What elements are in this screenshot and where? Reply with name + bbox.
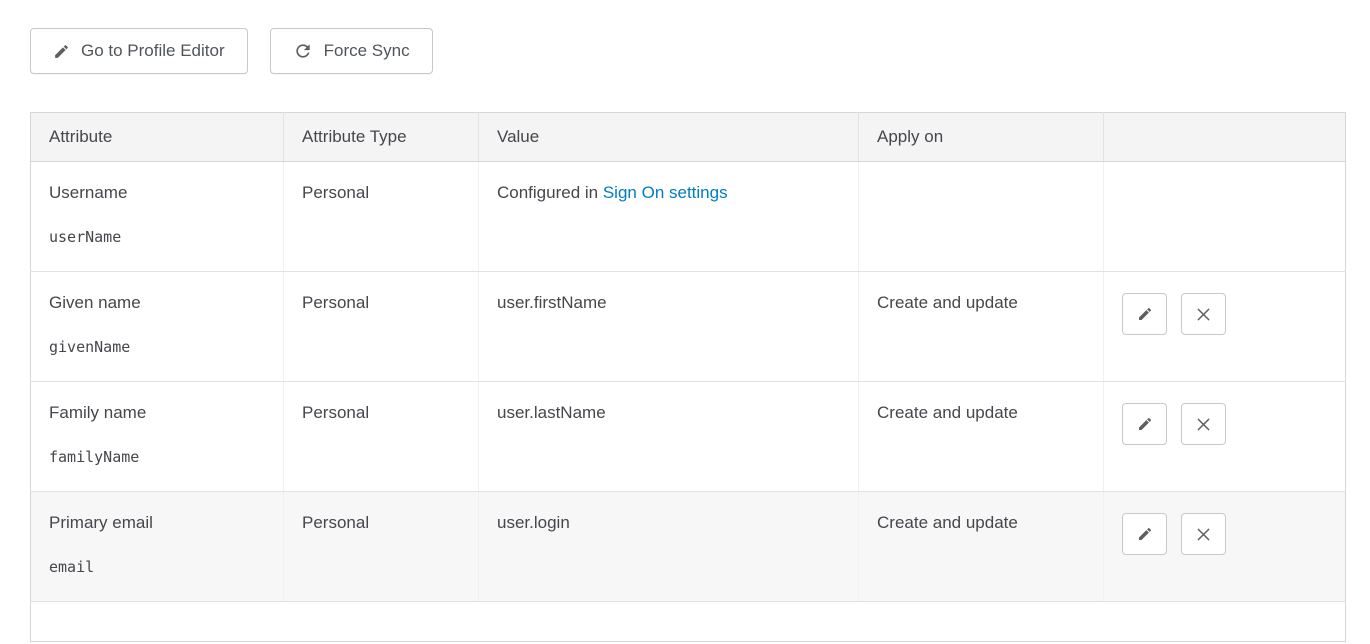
pencil-icon	[1137, 306, 1153, 322]
table-row-partial	[31, 602, 1346, 642]
value-cell: user.lastName	[479, 382, 859, 492]
attribute-cell: Given name givenName	[31, 272, 284, 382]
table-header-row: Attribute Attribute Type Value Apply on	[31, 113, 1346, 162]
row-actions-cell	[1104, 382, 1346, 492]
force-sync-label: Force Sync	[324, 41, 410, 61]
value-text: user.login	[497, 513, 570, 532]
pencil-icon	[53, 43, 70, 60]
attribute-label: Family name	[49, 403, 265, 423]
column-header-actions	[1104, 113, 1346, 162]
table-row: Primary email email Personal user.login …	[31, 492, 1346, 602]
attribute-type-cell: Personal	[284, 272, 479, 382]
value-cell: user.login	[479, 492, 859, 602]
column-header-attribute-type: Attribute Type	[284, 113, 479, 162]
pencil-icon	[1137, 416, 1153, 432]
value-text: user.lastName	[497, 403, 606, 422]
refresh-icon	[293, 41, 313, 61]
close-icon	[1196, 417, 1211, 432]
go-to-profile-editor-button[interactable]: Go to Profile Editor	[30, 28, 248, 74]
row-actions-cell	[1104, 272, 1346, 382]
sign-on-settings-link[interactable]: Sign On settings	[603, 183, 728, 202]
attribute-variable-name: familyName	[49, 448, 265, 466]
attribute-mappings-table: Attribute Attribute Type Value Apply on …	[30, 112, 1346, 642]
attribute-type-cell: Personal	[284, 492, 479, 602]
attribute-cell: Username userName	[31, 162, 284, 272]
attribute-type-cell: Personal	[284, 382, 479, 492]
column-header-apply-on: Apply on	[859, 113, 1104, 162]
attribute-variable-name: email	[49, 558, 265, 576]
delete-attribute-button[interactable]	[1181, 403, 1226, 445]
toolbar: Go to Profile Editor Force Sync	[0, 0, 1370, 74]
value-text: user.firstName	[497, 293, 607, 312]
go-to-profile-editor-label: Go to Profile Editor	[81, 41, 225, 61]
delete-attribute-button[interactable]	[1181, 513, 1226, 555]
apply-on-cell: Create and update	[859, 492, 1104, 602]
attribute-variable-name: givenName	[49, 338, 265, 356]
value-cell: user.firstName	[479, 272, 859, 382]
pencil-icon	[1137, 526, 1153, 542]
attribute-cell: Family name familyName	[31, 382, 284, 492]
edit-attribute-button[interactable]	[1122, 513, 1167, 555]
force-sync-button[interactable]: Force Sync	[270, 28, 433, 74]
column-header-value: Value	[479, 113, 859, 162]
apply-on-cell: Create and update	[859, 272, 1104, 382]
attribute-label: Given name	[49, 293, 265, 313]
attribute-type-cell: Personal	[284, 162, 479, 272]
table-row: Username userName Personal Configured in…	[31, 162, 1346, 272]
value-text: Configured in	[497, 183, 603, 202]
table-row: Family name familyName Personal user.las…	[31, 382, 1346, 492]
apply-on-cell: Create and update	[859, 382, 1104, 492]
row-actions-cell	[1104, 162, 1346, 272]
edit-attribute-button[interactable]	[1122, 293, 1167, 335]
attribute-label: Primary email	[49, 513, 265, 533]
delete-attribute-button[interactable]	[1181, 293, 1226, 335]
row-actions-cell	[1104, 492, 1346, 602]
column-header-attribute: Attribute	[31, 113, 284, 162]
edit-attribute-button[interactable]	[1122, 403, 1167, 445]
apply-on-cell	[859, 162, 1104, 272]
attribute-cell: Primary email email	[31, 492, 284, 602]
close-icon	[1196, 307, 1211, 322]
table-row: Given name givenName Personal user.first…	[31, 272, 1346, 382]
attribute-variable-name: userName	[49, 228, 265, 246]
value-cell: Configured in Sign On settings	[479, 162, 859, 272]
attribute-label: Username	[49, 183, 265, 203]
close-icon	[1196, 527, 1211, 542]
